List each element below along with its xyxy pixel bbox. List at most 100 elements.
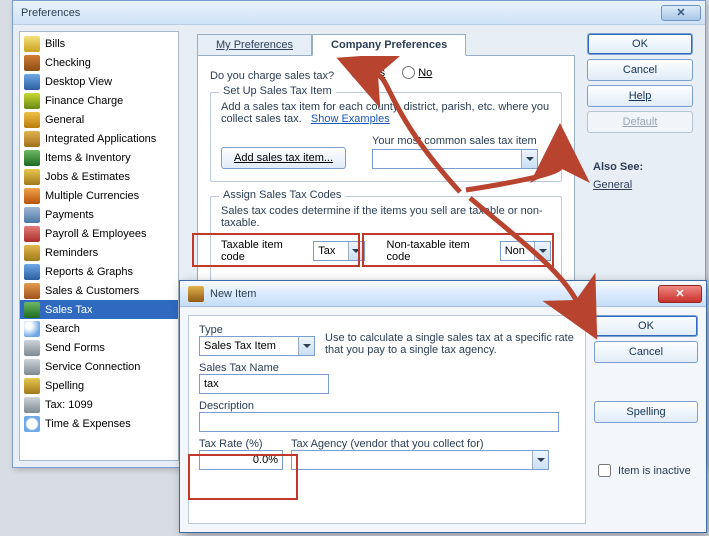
nontaxable-code-combo[interactable]: Non	[500, 241, 551, 261]
name-value: tax	[204, 378, 219, 390]
no-radio-input[interactable]	[402, 66, 415, 79]
sidebar-item-payments[interactable]: Payments	[20, 205, 178, 224]
sidebar-item-general[interactable]: General	[20, 110, 178, 129]
assign-hint: Sales tax codes determine if the items y…	[221, 205, 551, 229]
rate-input[interactable]: 0.0%	[199, 450, 283, 470]
sidebar-item-desktop-view[interactable]: Desktop View	[20, 72, 178, 91]
taxable-code-combo[interactable]: Tax	[313, 241, 364, 261]
sidebar-item-checking[interactable]: Checking	[20, 53, 178, 72]
new-item-title: New Item	[210, 288, 652, 300]
tab-my-preferences[interactable]: My Preferences	[197, 34, 312, 56]
general-icon	[24, 112, 40, 128]
sidebar-item-spelling[interactable]: Spelling	[20, 376, 178, 395]
sidebar-item-time-expenses[interactable]: Time & Expenses	[20, 414, 178, 433]
rate-value: 0.0%	[253, 454, 278, 466]
also-see-heading: Also See:	[593, 161, 693, 173]
type-combo[interactable]: Sales Tax Item	[199, 336, 315, 356]
sales-tax-no-radio[interactable]: No	[402, 66, 432, 79]
sidebar-item-sales-customers[interactable]: Sales & Customers	[20, 281, 178, 300]
tab-company-preferences[interactable]: Company Preferences	[312, 34, 466, 56]
taxable-code-value: Tax	[318, 245, 335, 257]
sidebar-item-send-forms[interactable]: Send Forms	[20, 338, 178, 357]
agency-combo[interactable]	[291, 450, 549, 470]
finance-icon	[24, 93, 40, 109]
chevron-down-icon	[348, 242, 364, 260]
type-value: Sales Tax Item	[204, 340, 276, 352]
type-label: Type	[199, 324, 315, 336]
checking-icon	[24, 55, 40, 71]
service-icon	[24, 359, 40, 375]
charge-sales-tax-row: Do you charge sales tax? Yes No	[210, 66, 562, 82]
preferences-titlebar[interactable]: Preferences ✕	[13, 1, 705, 25]
preferences-right-buttons: OK Cancel Help Default Also See: General	[587, 33, 693, 191]
agency-label: Tax Agency (vendor that you collect for)	[291, 438, 575, 450]
sales-icon	[24, 283, 40, 299]
add-sales-tax-item-button[interactable]: Add sales tax item...	[221, 147, 346, 169]
sidebar-item-service-connection[interactable]: Service Connection	[20, 357, 178, 376]
sidebar-item-tax-1099[interactable]: Tax: 1099	[20, 395, 178, 414]
sidebar-item-reports-graphs[interactable]: Reports & Graphs	[20, 262, 178, 281]
payments-icon	[24, 207, 40, 223]
desktop-icon	[24, 74, 40, 90]
sidebar-item-payroll[interactable]: Payroll & Employees	[20, 224, 178, 243]
new-item-content: Type Sales Tax Item Use to calculate a s…	[188, 315, 586, 524]
sales-tax-yes-radio[interactable]: Yes	[351, 66, 385, 79]
time-icon	[24, 416, 40, 432]
sidebar-item-multiple-currencies[interactable]: Multiple Currencies	[20, 186, 178, 205]
nontaxable-code-label: Non-taxable item code	[387, 239, 494, 263]
common-sales-tax-combo[interactable]	[372, 149, 538, 169]
tax1099-icon	[24, 397, 40, 413]
sidebar-item-reminders[interactable]: Reminders	[20, 243, 178, 262]
chevron-down-icon	[534, 242, 550, 260]
inventory-icon	[24, 150, 40, 166]
default-button: Default	[587, 111, 693, 133]
new-item-titlebar[interactable]: New Item ✕	[180, 281, 706, 307]
sidebar-item-bills[interactable]: Bills	[20, 34, 178, 53]
search-icon	[24, 321, 40, 337]
preferences-tabs: My Preferences Company Preferences	[197, 33, 466, 55]
description-input[interactable]	[199, 412, 559, 432]
also-see-general-link[interactable]: General	[593, 179, 632, 191]
new-item-ok-button[interactable]: OK	[594, 315, 698, 337]
sidebar-item-jobs-estimates[interactable]: Jobs & Estimates	[20, 167, 178, 186]
spelling-button[interactable]: Spelling	[594, 401, 698, 423]
currencies-icon	[24, 188, 40, 204]
jobs-icon	[24, 169, 40, 185]
show-examples-link[interactable]: Show Examples	[311, 113, 390, 125]
assign-legend: Assign Sales Tax Codes	[219, 189, 345, 201]
item-inactive-checkbox[interactable]: Item is inactive	[594, 461, 698, 480]
sidebar-item-finance-charge[interactable]: Finance Charge	[20, 91, 178, 110]
integrated-icon	[24, 131, 40, 147]
new-item-window: New Item ✕ Type Sales Tax Item Use to ca…	[179, 280, 707, 533]
chevron-down-icon	[532, 451, 548, 469]
payroll-icon	[24, 226, 40, 242]
sidebar-item-items-inventory[interactable]: Items & Inventory	[20, 148, 178, 167]
new-item-cancel-button[interactable]: Cancel	[594, 341, 698, 363]
yes-radio-input[interactable]	[351, 66, 364, 79]
setup-sales-tax-group: Set Up Sales Tax Item Add a sales tax it…	[210, 92, 562, 182]
close-icon[interactable]: ✕	[661, 5, 701, 21]
rate-label: Tax Rate (%)	[199, 438, 283, 450]
charge-sales-tax-label: Do you charge sales tax?	[210, 70, 334, 82]
description-label: Description	[199, 400, 575, 412]
common-sales-tax-label: Your most common sales tax item	[372, 135, 551, 147]
preferences-sidebar[interactable]: Bills Checking Desktop View Finance Char…	[19, 31, 179, 461]
new-item-right-buttons: OK Cancel Spelling Item is inactive	[594, 315, 698, 480]
preferences-title: Preferences	[21, 7, 661, 19]
sales-tax-icon	[24, 302, 40, 318]
help-button[interactable]: Help	[587, 85, 693, 107]
sidebar-item-sales-tax[interactable]: Sales Tax	[20, 300, 178, 319]
inactive-checkbox-input[interactable]	[598, 464, 611, 477]
ok-button[interactable]: OK	[587, 33, 693, 55]
new-item-icon	[188, 286, 204, 302]
close-icon[interactable]: ✕	[658, 285, 702, 303]
type-help: Use to calculate a single sales tax at a…	[325, 324, 575, 356]
also-see: Also See: General	[587, 161, 693, 191]
send-forms-icon	[24, 340, 40, 356]
cancel-button[interactable]: Cancel	[587, 59, 693, 81]
setup-legend: Set Up Sales Tax Item	[219, 85, 336, 97]
spelling-icon	[24, 378, 40, 394]
sidebar-item-integrated-apps[interactable]: Integrated Applications	[20, 129, 178, 148]
sidebar-item-search[interactable]: Search	[20, 319, 178, 338]
name-input[interactable]: tax	[199, 374, 329, 394]
